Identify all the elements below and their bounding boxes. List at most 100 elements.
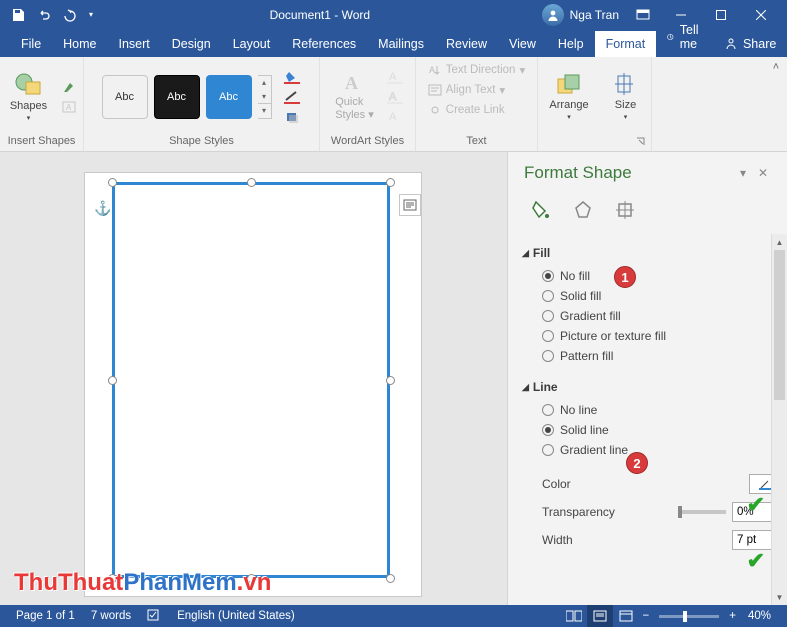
- svg-text:A: A: [345, 73, 358, 93]
- tab-design[interactable]: Design: [161, 31, 222, 57]
- checkmark-icon: ✔: [747, 548, 765, 574]
- align-text-button: Align Text ▾: [424, 80, 509, 100]
- group-label-wordart: WordArt Styles: [326, 133, 409, 151]
- arrange-button[interactable]: Arrange ▾: [545, 64, 593, 130]
- text-outline-icon: A: [385, 88, 405, 106]
- redo-icon[interactable]: [58, 3, 82, 27]
- zoom-level[interactable]: 40%: [740, 610, 779, 622]
- zoom-slider[interactable]: [659, 615, 719, 618]
- shape-style-3[interactable]: Abc: [206, 75, 252, 119]
- status-language[interactable]: English (United States): [169, 610, 303, 622]
- pane-close-icon[interactable]: ✕: [753, 166, 773, 180]
- tab-mailings[interactable]: Mailings: [367, 31, 435, 57]
- undo-icon[interactable]: [32, 3, 56, 27]
- collapse-ribbon-icon[interactable]: ˄: [773, 61, 779, 73]
- size-button[interactable]: Size ▾: [602, 64, 650, 130]
- size-launcher-icon[interactable]: [635, 137, 647, 149]
- view-print-layout-icon[interactable]: [587, 605, 613, 627]
- scroll-thumb[interactable]: [774, 250, 785, 400]
- transparency-slider[interactable]: [680, 510, 726, 514]
- tab-review[interactable]: Review: [435, 31, 498, 57]
- pane-tab-effects[interactable]: [570, 198, 596, 224]
- radio-icon: [542, 330, 554, 342]
- resize-handle-ne[interactable]: [386, 178, 395, 187]
- tab-references[interactable]: References: [281, 31, 367, 57]
- workspace: ⚓ Format Shape ▾ ✕ ▲ ▼ ◢F: [0, 152, 787, 605]
- layout-options-icon[interactable]: [399, 194, 421, 216]
- group-size: Size ▾: [600, 57, 652, 151]
- tab-file[interactable]: File: [10, 31, 52, 57]
- radio-icon: [542, 310, 554, 322]
- radio-gradient-fill[interactable]: Gradient fill: [522, 306, 785, 326]
- user-avatar[interactable]: [542, 4, 564, 26]
- shape-style-1[interactable]: Abc: [102, 75, 148, 119]
- user-name[interactable]: Nga Tran: [570, 8, 619, 22]
- scroll-down-icon[interactable]: ▼: [772, 589, 787, 605]
- radio-icon: [542, 350, 554, 362]
- resize-handle-se[interactable]: [386, 574, 395, 583]
- status-spellcheck-icon[interactable]: [139, 608, 169, 625]
- resize-handle-n[interactable]: [247, 178, 256, 187]
- view-web-layout-icon[interactable]: [613, 605, 639, 627]
- zoom-in-icon[interactable]: +: [725, 610, 740, 622]
- tell-me[interactable]: Tell me: [656, 17, 714, 57]
- pane-tab-layout[interactable]: [612, 198, 638, 224]
- tab-format[interactable]: Format: [595, 31, 657, 57]
- radio-solid-fill[interactable]: Solid fill: [522, 286, 785, 306]
- resize-handle-e[interactable]: [386, 376, 395, 385]
- view-read-mode-icon[interactable]: [561, 605, 587, 627]
- section-fill[interactable]: ◢Fill: [522, 246, 785, 260]
- zoom-out-icon[interactable]: −: [639, 610, 654, 622]
- status-page[interactable]: Page 1 of 1: [8, 610, 83, 622]
- pane-options-icon[interactable]: ▾: [733, 166, 753, 180]
- prop-transparency: Transparency ▲▼: [522, 498, 785, 526]
- resize-handle-w[interactable]: [108, 376, 117, 385]
- radio-no-fill[interactable]: No fill: [522, 266, 785, 286]
- resize-handle-nw[interactable]: [108, 178, 117, 187]
- tab-layout[interactable]: Layout: [222, 31, 282, 57]
- shape-style-2[interactable]: Abc: [154, 75, 200, 119]
- scroll-up-icon[interactable]: ▲: [772, 234, 787, 250]
- ribbon: Shapes ▾ A Insert Shapes Abc Abc Abc ▴▾▾…: [0, 57, 787, 152]
- radio-picture-fill[interactable]: Picture or texture fill: [522, 326, 785, 346]
- shape-outline-icon[interactable]: [282, 88, 302, 106]
- tab-help[interactable]: Help: [547, 31, 595, 57]
- radio-solid-line[interactable]: Solid line: [522, 420, 785, 440]
- close-button[interactable]: [741, 0, 781, 29]
- pane-tabs: [508, 194, 787, 234]
- radio-no-line[interactable]: No line: [522, 400, 785, 420]
- save-icon[interactable]: [6, 3, 30, 27]
- pane-scrollbar[interactable]: ▲ ▼: [771, 234, 787, 605]
- radio-pattern-fill[interactable]: Pattern fill: [522, 346, 785, 366]
- tab-view[interactable]: View: [498, 31, 547, 57]
- qat-customize-icon[interactable]: ▾: [84, 3, 98, 27]
- status-words[interactable]: 7 words: [83, 610, 139, 622]
- radio-gradient-line[interactable]: Gradient line: [522, 440, 785, 460]
- section-line[interactable]: ◢Line: [522, 380, 785, 394]
- shape-style-gallery-more[interactable]: ▴▾▾: [258, 75, 272, 119]
- svg-text:A: A: [389, 111, 397, 123]
- shape-effects-icon[interactable]: [282, 108, 302, 126]
- tell-me-label: Tell me: [680, 23, 704, 51]
- shape-fill-icon[interactable]: [282, 68, 302, 86]
- pane-body: ▲ ▼ ◢Fill No fill Solid fill Gradient fi…: [508, 234, 787, 605]
- shapes-button[interactable]: Shapes ▾: [5, 64, 53, 130]
- edit-shape-icon[interactable]: [59, 78, 79, 96]
- pane-tab-fill-line[interactable]: [528, 198, 554, 224]
- radio-icon: [542, 270, 554, 282]
- share-button[interactable]: Share: [714, 31, 786, 57]
- radio-icon: [542, 424, 554, 436]
- tab-home[interactable]: Home: [52, 31, 107, 57]
- svg-text:A: A: [429, 65, 435, 75]
- quick-styles-button: A QuickStyles ▾: [331, 64, 379, 130]
- width-input[interactable]: [733, 534, 771, 546]
- document-pane[interactable]: ⚓: [0, 152, 507, 605]
- quick-access-toolbar: ▾: [6, 3, 98, 27]
- callout-badge-1: 1: [614, 266, 636, 288]
- radio-icon: [542, 290, 554, 302]
- tab-insert[interactable]: Insert: [108, 31, 161, 57]
- format-shape-pane: Format Shape ▾ ✕ ▲ ▼ ◢Fill No fill Solid…: [507, 152, 787, 605]
- create-link-button: Create Link: [424, 100, 509, 120]
- selected-shape-rectangle[interactable]: [112, 182, 390, 578]
- group-text: AText Direction ▾ Align Text ▾ Create Li…: [416, 57, 538, 151]
